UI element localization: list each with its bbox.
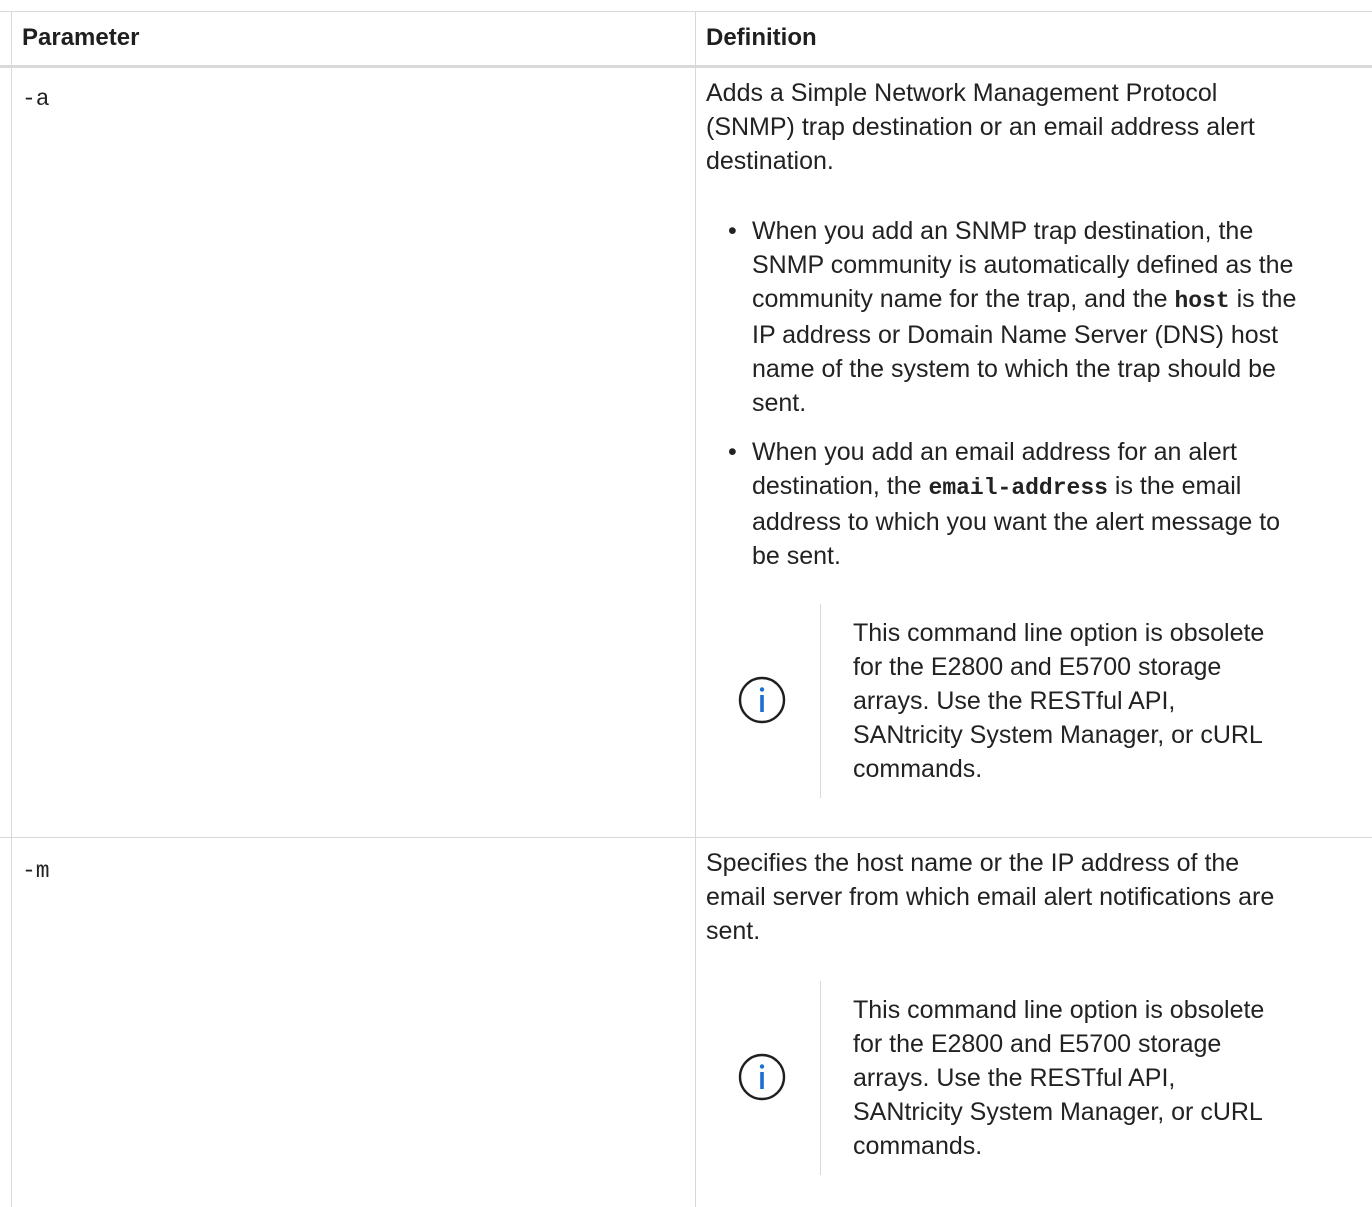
note-line: arrays. Use the RESTful API, [853, 1064, 1176, 1092]
info-icon [738, 676, 786, 724]
bullet-line: IP address or Domain Name Server (DNS) h… [752, 321, 1279, 349]
header-parameter: Parameter [22, 24, 140, 51]
note-line: for the E2800 and E5700 storage [853, 1030, 1222, 1058]
bullet-item: When you add an SNMP trap destination, t… [752, 214, 1367, 420]
row-divider [0, 837, 1372, 838]
bullet-line: address to which you want the alert mess… [752, 508, 1281, 536]
definition-text: Adds a Simple Network Management Protoco… [706, 76, 1366, 178]
note-line: commands. [853, 1132, 983, 1160]
note-line: This command line option is obsolete [853, 996, 1265, 1024]
bullet-line: When you add an SNMP trap destination, t… [752, 217, 1254, 245]
bullet-marker: • [728, 217, 737, 245]
bullet-line: When you add an email address for an ale… [752, 438, 1237, 466]
bullet-item: When you add an email address for an ale… [752, 435, 1367, 573]
note-line: for the E2800 and E5700 storage [853, 653, 1222, 681]
definition-line: email server from which email alert noti… [706, 883, 1275, 911]
parameter-m: -m [22, 858, 50, 884]
parameter-a: -a [22, 86, 50, 112]
note-line: SANtricity System Manager, or cURL [853, 1098, 1263, 1126]
note-line: SANtricity System Manager, or cURL [853, 721, 1263, 749]
bullet-line: be sent. [752, 542, 841, 570]
code-email-address: email-address [928, 475, 1108, 501]
code-host: host [1174, 288, 1230, 314]
bullet-line: destination, the email-address is the em… [752, 472, 1242, 501]
note-line: This command line option is obsolete [853, 619, 1265, 647]
parameter-table: Parameter Definition -a Adds a Simple Ne… [0, 0, 1372, 1207]
definition-line: destination. [706, 147, 834, 175]
bullet-line: SNMP community is automatically defined … [752, 251, 1294, 279]
note-line: commands. [853, 755, 983, 783]
header-bottom-border [0, 65, 1372, 68]
info-icon [738, 1053, 786, 1101]
note-text: This command line option is obsolete for… [853, 616, 1323, 786]
bullet-line: community name for the trap, and the hos… [752, 285, 1297, 314]
bullet-line: sent. [752, 389, 807, 417]
note-text: This command line option is obsolete for… [853, 993, 1323, 1163]
table-top-border [0, 11, 1372, 12]
note-line: arrays. Use the RESTful API, [853, 687, 1176, 715]
definition-line: (SNMP) trap destination or an email addr… [706, 113, 1255, 141]
definition-line: Adds a Simple Network Management Protoco… [706, 79, 1218, 107]
table-left-border [11, 11, 12, 1207]
bullet-marker: • [728, 438, 737, 466]
header-definition: Definition [706, 24, 817, 51]
bullet-line: name of the system to which the trap sho… [752, 355, 1276, 383]
note-divider [820, 604, 821, 798]
definition-text: Specifies the host name or the IP addres… [706, 846, 1366, 948]
column-divider [695, 11, 696, 1207]
definition-line: Specifies the host name or the IP addres… [706, 849, 1240, 877]
note-divider [820, 981, 821, 1175]
definition-line: sent. [706, 917, 761, 945]
